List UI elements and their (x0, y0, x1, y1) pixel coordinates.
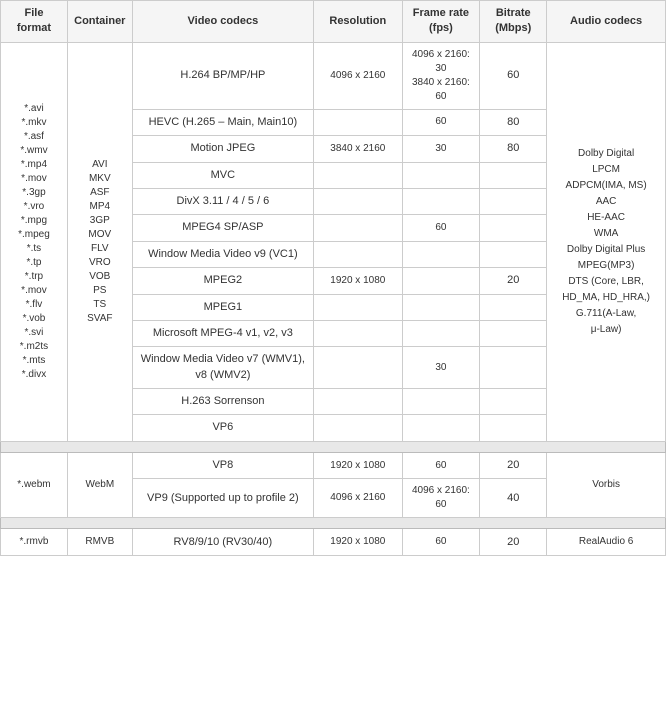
framerate-cell (402, 268, 480, 294)
spacer-row (1, 518, 666, 529)
resolution-cell (314, 389, 403, 415)
resolution-cell (314, 347, 403, 389)
header-resolution: Resolution (314, 1, 403, 43)
video-codec-cell: DivX 3.11 / 4 / 5 / 6 (132, 188, 313, 214)
video-codec-cell: RV8/9/10 (RV30/40) (132, 529, 313, 556)
resolution-cell: 1920 x 1080 (314, 268, 403, 294)
bitrate-cell (480, 347, 547, 389)
resolution-cell: 1920 x 1080 (314, 452, 403, 478)
framerate-cell: 60 (402, 529, 480, 556)
framerate-cell: 60 (402, 215, 480, 241)
bitrate-cell: 20 (480, 268, 547, 294)
header-format: File format (1, 1, 68, 43)
container-cell: AVI MKV ASF MP4 3GP MOV FLV VRO VOB PS T… (67, 42, 132, 441)
bitrate-cell: 80 (480, 109, 547, 135)
resolution-cell (314, 320, 403, 346)
table-row: *.avi *.mkv *.asf *.wmv *.mp4 *.mov *.3g… (1, 42, 666, 109)
file-format-cell: *.webm (1, 452, 68, 517)
table-row: *.webmWebMVP81920 x 10806020Vorbis (1, 452, 666, 478)
resolution-cell (314, 109, 403, 135)
resolution-cell (314, 188, 403, 214)
video-codec-cell: MVC (132, 162, 313, 188)
framerate-cell (402, 162, 480, 188)
resolution-cell (314, 294, 403, 320)
video-codec-cell: Window Media Video v9 (VC1) (132, 241, 313, 267)
resolution-cell (314, 241, 403, 267)
framerate-cell (402, 320, 480, 346)
video-codec-cell: H.264 BP/MP/HP (132, 42, 313, 109)
framerate-cell: 60 (402, 452, 480, 478)
video-codec-cell: Window Media Video v7 (WMV1), v8 (WMV2) (132, 347, 313, 389)
bitrate-cell: 60 (480, 42, 547, 109)
header-container: Container (67, 1, 132, 43)
video-codec-cell: VP8 (132, 452, 313, 478)
resolution-cell (314, 215, 403, 241)
framerate-cell (402, 188, 480, 214)
audio-codec-cell: Dolby Digital LPCM ADPCM(IMA, MS) AAC HE… (547, 42, 666, 441)
container-cell: RMVB (67, 529, 132, 556)
spacer-row (1, 441, 666, 452)
framerate-cell (402, 294, 480, 320)
bitrate-cell: 20 (480, 529, 547, 556)
video-codec-cell: Microsoft MPEG-4 v1, v2, v3 (132, 320, 313, 346)
bitrate-cell (480, 188, 547, 214)
framerate-cell: 4096 x 2160: 30 3840 x 2160: 60 (402, 42, 480, 109)
bitrate-cell (480, 320, 547, 346)
video-codec-cell: VP6 (132, 415, 313, 441)
resolution-cell: 4096 x 2160 (314, 479, 403, 518)
bitrate-cell (480, 415, 547, 441)
framerate-cell: 4096 x 2160: 60 (402, 479, 480, 518)
video-codec-cell: H.263 Sorrenson (132, 389, 313, 415)
resolution-cell: 3840 x 2160 (314, 136, 403, 162)
framerate-cell (402, 241, 480, 267)
header-bitrate: Bitrate (Mbps) (480, 1, 547, 43)
audio-codec-cell: RealAudio 6 (547, 529, 666, 556)
file-format-cell: *.rmvb (1, 529, 68, 556)
framerate-cell: 60 (402, 109, 480, 135)
video-codec-cell: MPEG2 (132, 268, 313, 294)
resolution-cell (314, 162, 403, 188)
codec-table: File format Container Video codecs Resol… (0, 0, 666, 556)
bitrate-cell: 40 (480, 479, 547, 518)
table-row: *.rmvbRMVBRV8/9/10 (RV30/40)1920 x 10806… (1, 529, 666, 556)
resolution-cell: 1920 x 1080 (314, 529, 403, 556)
bitrate-cell: 80 (480, 136, 547, 162)
resolution-cell (314, 415, 403, 441)
header-framerate: Frame rate (fps) (402, 1, 480, 43)
audio-codec-cell: Vorbis (547, 452, 666, 517)
framerate-cell: 30 (402, 347, 480, 389)
video-codec-cell: MPEG1 (132, 294, 313, 320)
bitrate-cell (480, 162, 547, 188)
header-video: Video codecs (132, 1, 313, 43)
header-audio: Audio codecs (547, 1, 666, 43)
video-codec-cell: MPEG4 SP/ASP (132, 215, 313, 241)
framerate-cell: 30 (402, 136, 480, 162)
bitrate-cell (480, 215, 547, 241)
video-codec-cell: HEVC (H.265 – Main, Main10) (132, 109, 313, 135)
bitrate-cell (480, 294, 547, 320)
file-format-cell: *.avi *.mkv *.asf *.wmv *.mp4 *.mov *.3g… (1, 42, 68, 441)
framerate-cell (402, 415, 480, 441)
video-codec-cell: Motion JPEG (132, 136, 313, 162)
container-cell: WebM (67, 452, 132, 517)
bitrate-cell (480, 389, 547, 415)
framerate-cell (402, 389, 480, 415)
bitrate-cell: 20 (480, 452, 547, 478)
bitrate-cell (480, 241, 547, 267)
resolution-cell: 4096 x 2160 (314, 42, 403, 109)
video-codec-cell: VP9 (Supported up to profile 2) (132, 479, 313, 518)
